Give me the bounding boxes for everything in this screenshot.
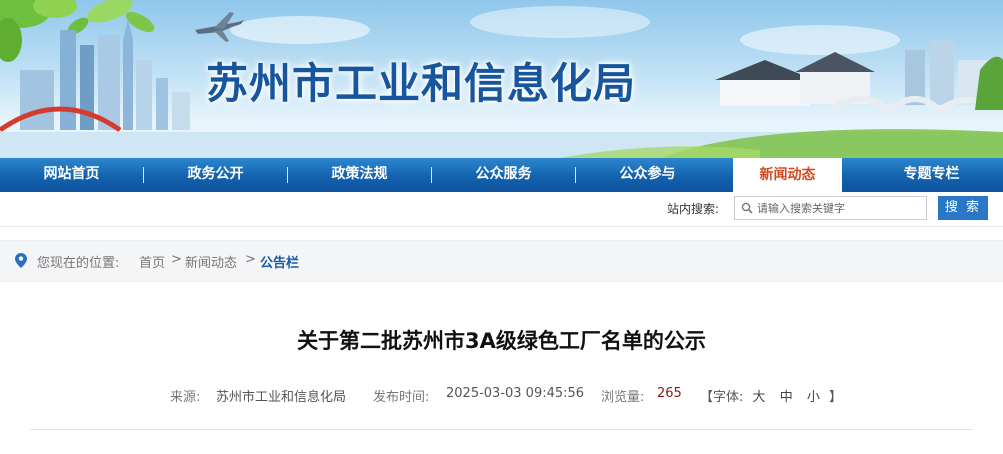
article-source: 苏州市工业和信息化局	[216, 390, 347, 405]
nav-item-news[interactable]: 新闻动态	[733, 158, 842, 192]
search-bar: 站内搜索: 搜 索	[0, 192, 1003, 227]
breadcrumb-home-link[interactable]: 首页	[139, 252, 165, 271]
nav-item-policies[interactable]: 政策法规	[288, 158, 431, 192]
article-title: 关于第二批苏州市3A级绿色工厂名单的公示	[297, 329, 706, 353]
article-views-label: 浏览量:	[601, 390, 645, 405]
article-views-count: 265	[657, 386, 682, 401]
search-input[interactable]	[757, 200, 922, 216]
font-size-large-button[interactable]: 大	[748, 390, 771, 405]
font-size-bracket-close: 】	[829, 390, 843, 405]
font-size-medium-button[interactable]: 中	[775, 390, 798, 405]
nav-item-special-topics[interactable]: 专题专栏	[860, 158, 1003, 192]
breadcrumb-prefix: 您现在的位置:	[37, 256, 120, 271]
breadcrumb-news-link[interactable]: 新闻动态	[185, 252, 237, 271]
article-source-label: 来源:	[170, 390, 201, 405]
search-icon	[741, 202, 753, 214]
nav-item-public-participation[interactable]: 公众参与	[576, 158, 719, 192]
search-box[interactable]	[734, 196, 927, 220]
nav-item-government-affairs[interactable]: 政务公开	[144, 158, 287, 192]
nav-item-public-services[interactable]: 公众服务	[432, 158, 575, 192]
breadcrumb-separator: >	[245, 252, 256, 267]
article-published-label: 发布时间:	[373, 390, 430, 405]
skyline-left	[20, 18, 190, 130]
breadcrumb-separator: >	[171, 252, 182, 267]
article-divider	[30, 429, 973, 430]
breadcrumb-current[interactable]: 公告栏	[260, 252, 299, 271]
location-pin-icon	[15, 253, 27, 268]
font-size-small-button[interactable]: 小	[802, 390, 825, 405]
search-button[interactable]: 搜 索	[938, 196, 988, 220]
font-size-label: 【字体:	[700, 390, 744, 405]
leaves-decoration	[0, 0, 155, 62]
nav-item-home[interactable]: 网站首页	[0, 158, 143, 192]
main-nav: 网站首页 政务公开 政策法规 公众服务 公众参与 新闻动态 专题专栏	[0, 158, 1003, 192]
site-title: 苏州市工业和信息化局	[206, 59, 637, 108]
search-label: 站内搜索:	[667, 202, 720, 216]
font-size-control: 【字体: 大 中 小 】	[700, 386, 842, 405]
article-published-time: 2025-03-03 09:45:56	[446, 386, 585, 401]
header-banner: 苏州市工业和信息化局	[0, 0, 1003, 158]
breadcrumb: 您现在的位置: 首页 > 新闻动态 > 公告栏	[0, 240, 1003, 282]
